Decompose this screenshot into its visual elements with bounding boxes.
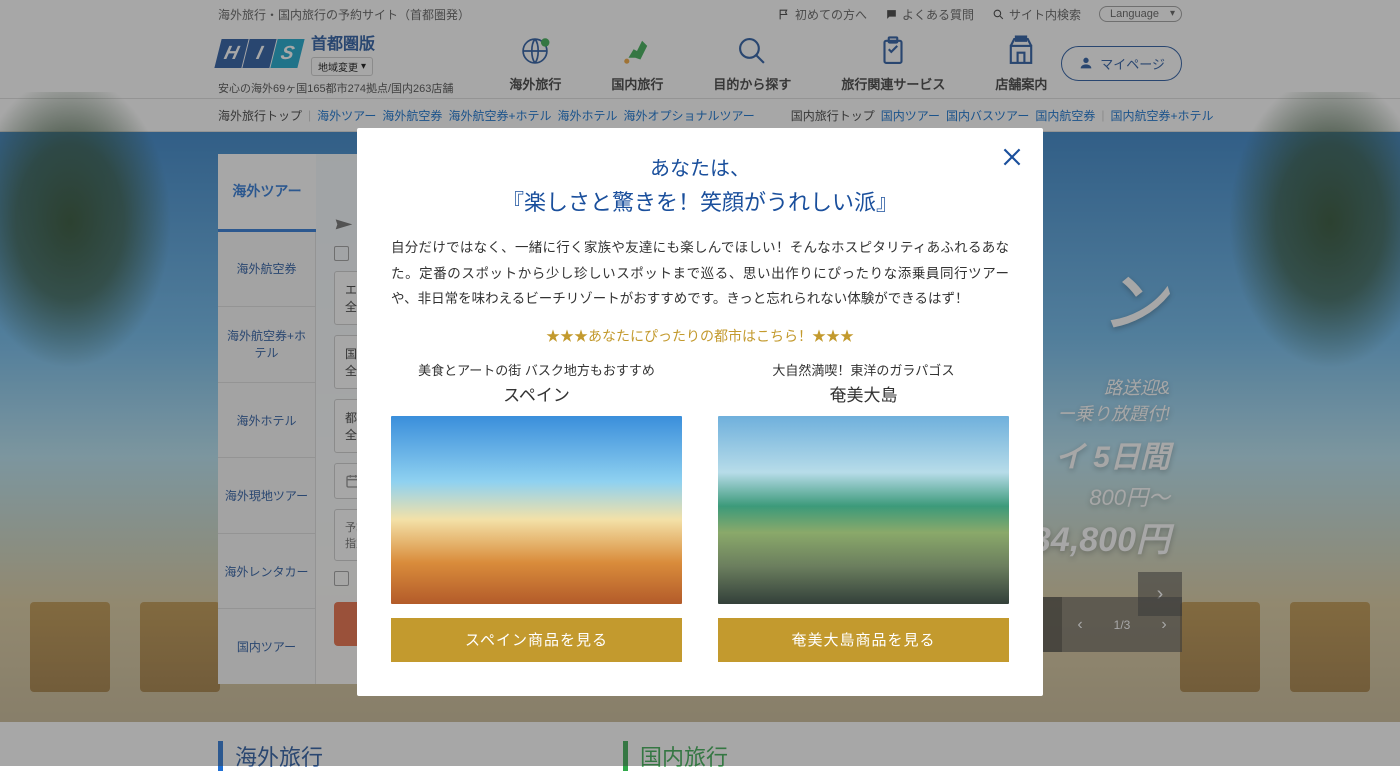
- destination-spain: 美食とアートの街 バスク地方もおすすめ スペイン スペイン商品を見る: [391, 360, 682, 662]
- modal-description: 自分だけではなく、一緒に行く家族や友達にも楽しんでほしい！そんなホスピタリティあ…: [391, 235, 1009, 312]
- destination-name: 奄美大島: [830, 381, 898, 406]
- destination-subtitle: 美食とアートの街 バスク地方もおすすめ: [418, 360, 655, 379]
- modal-heading-1: あなたは、: [391, 152, 1009, 181]
- destination-row: 美食とアートの街 バスク地方もおすすめ スペイン スペイン商品を見る 大自然満喫…: [391, 360, 1009, 662]
- modal-overlay[interactable]: あなたは、 『楽しさと驚きを！笑顔がうれしい派』 自分だけではなく、一緒に行く家…: [0, 0, 1400, 766]
- recommendation-modal: あなたは、 『楽しさと驚きを！笑顔がうれしい派』 自分だけではなく、一緒に行く家…: [357, 128, 1043, 696]
- destination-name: スペイン: [503, 381, 570, 406]
- destination-image-spain: [391, 416, 682, 604]
- destination-image-amami: [718, 416, 1009, 604]
- amami-products-button[interactable]: 奄美大島商品を見る: [718, 618, 1009, 662]
- modal-stars-line: ★★★あなたにぴったりの都市はこちら！★★★: [391, 326, 1009, 346]
- destination-amami: 大自然満喫！東洋のガラパゴス 奄美大島 奄美大島商品を見る: [718, 360, 1009, 662]
- modal-heading-2: 『楽しさと驚きを！笑顔がうれしい派』: [391, 185, 1009, 217]
- spain-products-button[interactable]: スペイン商品を見る: [391, 618, 682, 662]
- destination-subtitle: 大自然満喫！東洋のガラパゴス: [772, 360, 954, 379]
- close-icon[interactable]: [999, 144, 1025, 170]
